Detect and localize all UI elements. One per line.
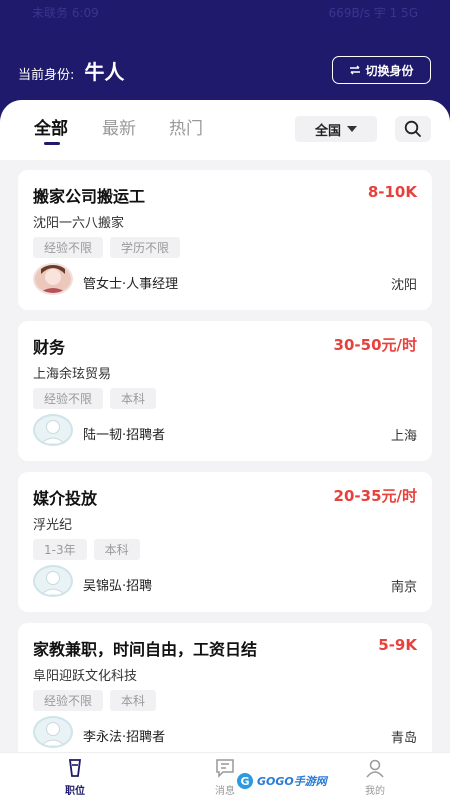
status-time: 未联务 6:09 [32, 6, 99, 20]
region-select[interactable]: 全国 [295, 116, 377, 142]
job-card[interactable]: 媒介投放 20-35元/时 浮光纪 1-3年 本科 吴锦弘·招聘 南京 [18, 472, 432, 612]
watermark-logo-icon: G [237, 773, 253, 789]
job-tag: 本科 [110, 690, 157, 711]
job-title: 媒介投放 [33, 489, 98, 508]
search-button[interactable] [395, 116, 431, 142]
job-tag: 经验不限 [33, 237, 104, 258]
nav-profile-label: 我的 [365, 786, 385, 797]
job-tag: 学历不限 [110, 237, 181, 258]
job-list-panel: 全部 最新 热门 全国 搬家公司搬运工 8-10K 沈阳一六八搬家 经验不限 学… [0, 100, 450, 752]
job-tags: 1-3年 本科 [33, 539, 140, 560]
job-card[interactable]: 家教兼职，时间自由，工资日结 5-9K 阜阳迎跃文化科技 经验不限 本科 李永法… [18, 623, 432, 752]
recruiter-name: 陆一韧·招聘者 [83, 428, 166, 443]
active-tab-indicator [44, 142, 60, 145]
job-title: 财务 [33, 338, 66, 357]
job-card[interactable]: 财务 30-50元/时 上海余玹贸易 经验不限 本科 陆一韧·招聘者 上海 [18, 321, 432, 461]
status-indicators: 669B/s 宇 1 5G [328, 6, 418, 20]
job-company: 阜阳迎跃文化科技 [33, 669, 138, 684]
switch-identity-label: 切换身份 [365, 63, 414, 78]
switch-identity-button[interactable]: 切换身份 [332, 56, 431, 84]
tab-latest[interactable]: 最新 [102, 114, 136, 139]
job-card[interactable]: 搬家公司搬运工 8-10K 沈阳一六八搬家 经验不限 学历不限 管女士·人事经理… [18, 170, 432, 310]
job-tag: 本科 [110, 388, 157, 409]
watermark-text: GOGO手游网 [257, 775, 327, 788]
job-salary: 8-10K [367, 183, 417, 201]
default-avatar-icon [40, 420, 66, 444]
job-city: 沈阳 [390, 278, 417, 293]
avatar-photo [35, 265, 71, 293]
tab-all[interactable]: 全部 [34, 114, 68, 139]
search-icon [404, 120, 421, 137]
default-avatar-icon [40, 722, 66, 746]
svg-text:G: G [240, 775, 249, 788]
job-company: 浮光纪 [33, 518, 73, 533]
job-tags: 经验不限 学历不限 [33, 237, 181, 258]
job-company: 上海余玹贸易 [33, 367, 112, 382]
briefcase-icon [68, 759, 82, 777]
recruiter-avatar [33, 414, 73, 446]
job-company: 沈阳一六八搬家 [33, 216, 125, 231]
job-salary: 30-50元/时 [333, 336, 417, 354]
nav-jobs-label: 职位 [65, 786, 85, 797]
current-identity: 当前身份: 牛人 [18, 56, 124, 85]
job-tag: 经验不限 [33, 690, 104, 711]
message-icon [216, 759, 234, 778]
identity-label: 当前身份: [18, 68, 75, 83]
person-icon [366, 759, 384, 778]
recruiter-avatar [33, 565, 73, 597]
job-city: 南京 [390, 580, 417, 595]
nav-messages-label: 消息 [215, 786, 235, 797]
job-tags: 经验不限 本科 [33, 388, 157, 409]
chevron-down-icon [347, 126, 357, 132]
identity-value: 牛人 [84, 60, 125, 84]
switch-icon [350, 65, 361, 75]
job-tag: 1-3年 [33, 539, 87, 560]
job-title: 家教兼职，时间自由，工资日结 [33, 640, 258, 659]
nav-profile[interactable]: 我的 [345, 758, 405, 797]
recruiter-name: 李永法·招聘者 [83, 730, 166, 745]
recruiter-name: 管女士·人事经理 [83, 277, 179, 292]
job-salary: 20-35元/时 [333, 487, 417, 505]
job-tags: 经验不限 本科 [33, 690, 157, 711]
watermark: G GOGO手游网 [236, 770, 332, 792]
bottom-navigation: 职位 消息 我的 [0, 752, 450, 800]
tab-hot[interactable]: 热门 [169, 114, 203, 139]
nav-jobs[interactable]: 职位 [45, 758, 105, 797]
status-bar: 未联务 6:09 669B/s 宇 1 5G [32, 4, 418, 22]
job-city: 青岛 [390, 731, 417, 746]
region-value: 全国 [314, 123, 341, 139]
recruiter-avatar [33, 716, 73, 748]
recruiter-name: 吴锦弘·招聘 [83, 579, 153, 594]
job-tag: 本科 [93, 539, 140, 560]
job-city: 上海 [390, 429, 417, 444]
default-avatar-icon [40, 571, 66, 595]
recruiter-avatar [33, 263, 73, 295]
job-salary: 5-9K [378, 636, 417, 654]
job-tag: 经验不限 [33, 388, 104, 409]
filter-bar: 全部 最新 热门 全国 [0, 100, 450, 160]
job-title: 搬家公司搬运工 [33, 187, 146, 206]
